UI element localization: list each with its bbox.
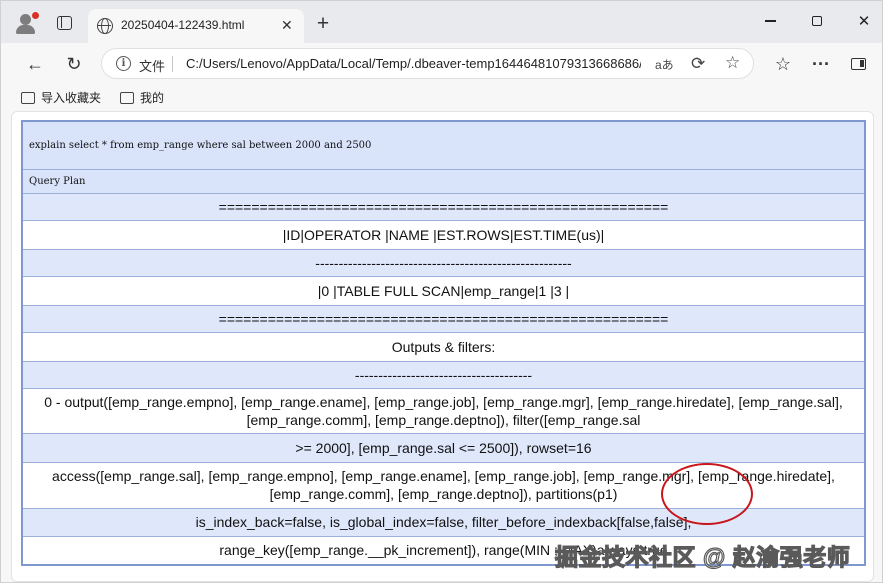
info-icon[interactable]: i xyxy=(116,56,131,71)
minimize-button[interactable] xyxy=(757,11,783,31)
table-row: -------------------------------------- xyxy=(21,360,866,389)
table-row: 0 - output([emp_range.empno], [emp_range… xyxy=(21,387,866,434)
new-tab-button[interactable]: + xyxy=(313,12,333,35)
table-row: |ID|OPERATOR |NAME |EST.ROWS|EST.TIME(us… xyxy=(21,219,866,250)
favorites-list-icon[interactable]: ☆ xyxy=(771,52,795,76)
address-bar[interactable]: i 文件 C:/Users/Lenovo/AppData/Local/Temp/… xyxy=(101,48,754,79)
import-icon xyxy=(21,91,35,104)
table-row: |0 |TABLE FULL SCAN|emp_range|1 |3 | xyxy=(21,275,866,306)
folder-icon xyxy=(120,91,134,104)
table-row: ========================================… xyxy=(21,304,866,333)
column-header: Query Plan xyxy=(21,168,866,194)
navigation-bar: ← ↻ i 文件 C:/Users/Lenovo/AppData/Local/T… xyxy=(1,43,882,85)
address-divider xyxy=(172,56,173,72)
sidebar-toggle-icon[interactable] xyxy=(846,52,870,76)
bookmark-label: 我的 xyxy=(140,91,165,105)
globe-icon xyxy=(97,18,113,34)
watermark-caption: 掘金技术社区 @ 赵渝强老师 xyxy=(554,543,851,570)
reload-icon[interactable]: ↻ xyxy=(62,52,86,76)
address-scheme-label: 文件 xyxy=(139,59,166,74)
red-highlight-circle xyxy=(661,463,753,525)
tab-bar: 20250404-122439.html ✕ + ✕ xyxy=(1,1,882,43)
more-menu-icon[interactable]: ··· xyxy=(809,52,833,76)
bookmark-import[interactable]: 导入收藏夹 xyxy=(21,89,101,106)
sql-row: explain select * from emp_range where sa… xyxy=(21,120,866,170)
table-row: Outputs & filters: xyxy=(21,331,866,362)
bookmark-folder[interactable]: 我的 xyxy=(120,89,164,106)
table-row: >= 2000], [emp_range.sal <= 2500]), rows… xyxy=(21,432,866,463)
tab-actions-icon[interactable] xyxy=(53,12,75,34)
browser-tab[interactable]: 20250404-122439.html ✕ xyxy=(88,9,304,43)
back-arrow-icon[interactable]: ← xyxy=(23,52,47,76)
read-aloud-icon[interactable]: aあ xyxy=(655,56,674,73)
bookmark-label: 导入收藏夹 xyxy=(41,91,102,105)
window-close-button[interactable]: ✕ xyxy=(851,11,877,31)
page-content: explain select * from emp_range where sa… xyxy=(11,111,874,582)
table-row: ========================================… xyxy=(21,192,866,221)
bookmarks-bar: 导入收藏夹 我的 xyxy=(1,85,882,109)
tab-close-icon[interactable]: ✕ xyxy=(281,17,293,34)
table-row: ----------------------------------------… xyxy=(21,248,866,277)
browser-window: 20250404-122439.html ✕ + ✕ ← ↻ i 文件 C:/U… xyxy=(0,0,883,583)
browser-essentials-icon[interactable]: ⟳ xyxy=(691,54,705,74)
url-text[interactable]: C:/Users/Lenovo/AppData/Local/Temp/.dbea… xyxy=(186,56,641,71)
tab-title: 20250404-122439.html xyxy=(121,18,245,32)
profile-avatar-icon[interactable] xyxy=(15,11,45,35)
favorite-star-icon[interactable]: ☆ xyxy=(725,53,740,73)
maximize-button[interactable] xyxy=(804,11,830,31)
